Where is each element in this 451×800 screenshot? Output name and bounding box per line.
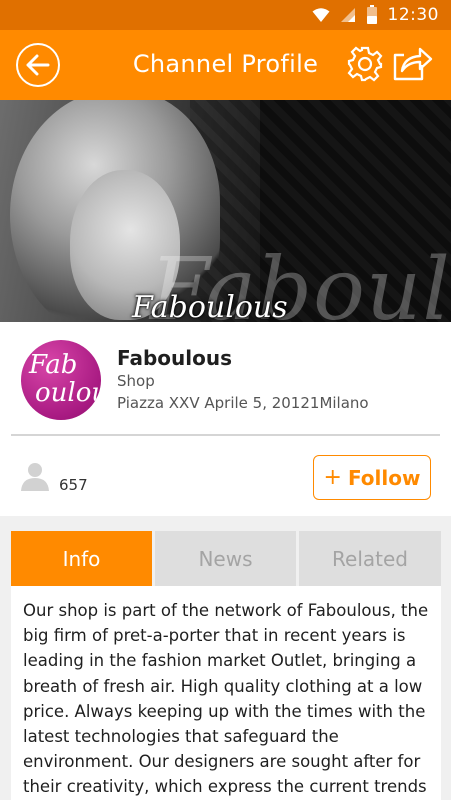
channel-name: Faboulous <box>117 346 233 370</box>
status-icons: 12:30 <box>312 4 440 26</box>
tab-related[interactable]: Related <box>299 531 441 586</box>
tab-info[interactable]: Info <box>11 531 152 586</box>
tabs-section: Info News Related Our shop is part of th… <box>0 516 451 800</box>
banner-brand-logo: Faboulous <box>132 290 288 322</box>
info-panel: Our shop is part of the network of Fabou… <box>11 586 441 800</box>
signal-icon <box>340 8 355 22</box>
channel-profile-header: Fab oulous Faboulous Shop Piazza XXV Apr… <box>0 322 451 434</box>
app-toolbar: Channel Profile <box>0 30 451 100</box>
gear-icon[interactable] <box>346 45 384 83</box>
status-bar: 12:30 <box>0 0 451 30</box>
channel-address[interactable]: Piazza XXV Aprile 5, 20121Milano <box>117 394 369 412</box>
user-icon <box>21 463 49 491</box>
plus-icon: + <box>323 465 342 490</box>
channel-logo-avatar: Fab oulous <box>21 340 101 420</box>
logo-text-bottom: oulous <box>35 378 101 408</box>
share-icon[interactable] <box>392 43 434 83</box>
wifi-icon <box>312 8 329 22</box>
channel-banner-image: Faboulous Faboulous <box>0 100 451 322</box>
status-time: 12:30 <box>387 5 439 25</box>
logo-text-top: Fab <box>29 350 78 380</box>
followers-row: 657 + Follow <box>0 436 451 516</box>
battery-icon <box>366 5 377 24</box>
channel-category: Shop <box>117 372 155 390</box>
follow-label: Follow <box>347 465 421 490</box>
tab-news[interactable]: News <box>155 531 296 586</box>
follow-button[interactable]: + Follow <box>313 455 431 500</box>
followers-count: 657 <box>59 476 88 494</box>
info-description: Our shop is part of the network of Fabou… <box>23 601 429 797</box>
